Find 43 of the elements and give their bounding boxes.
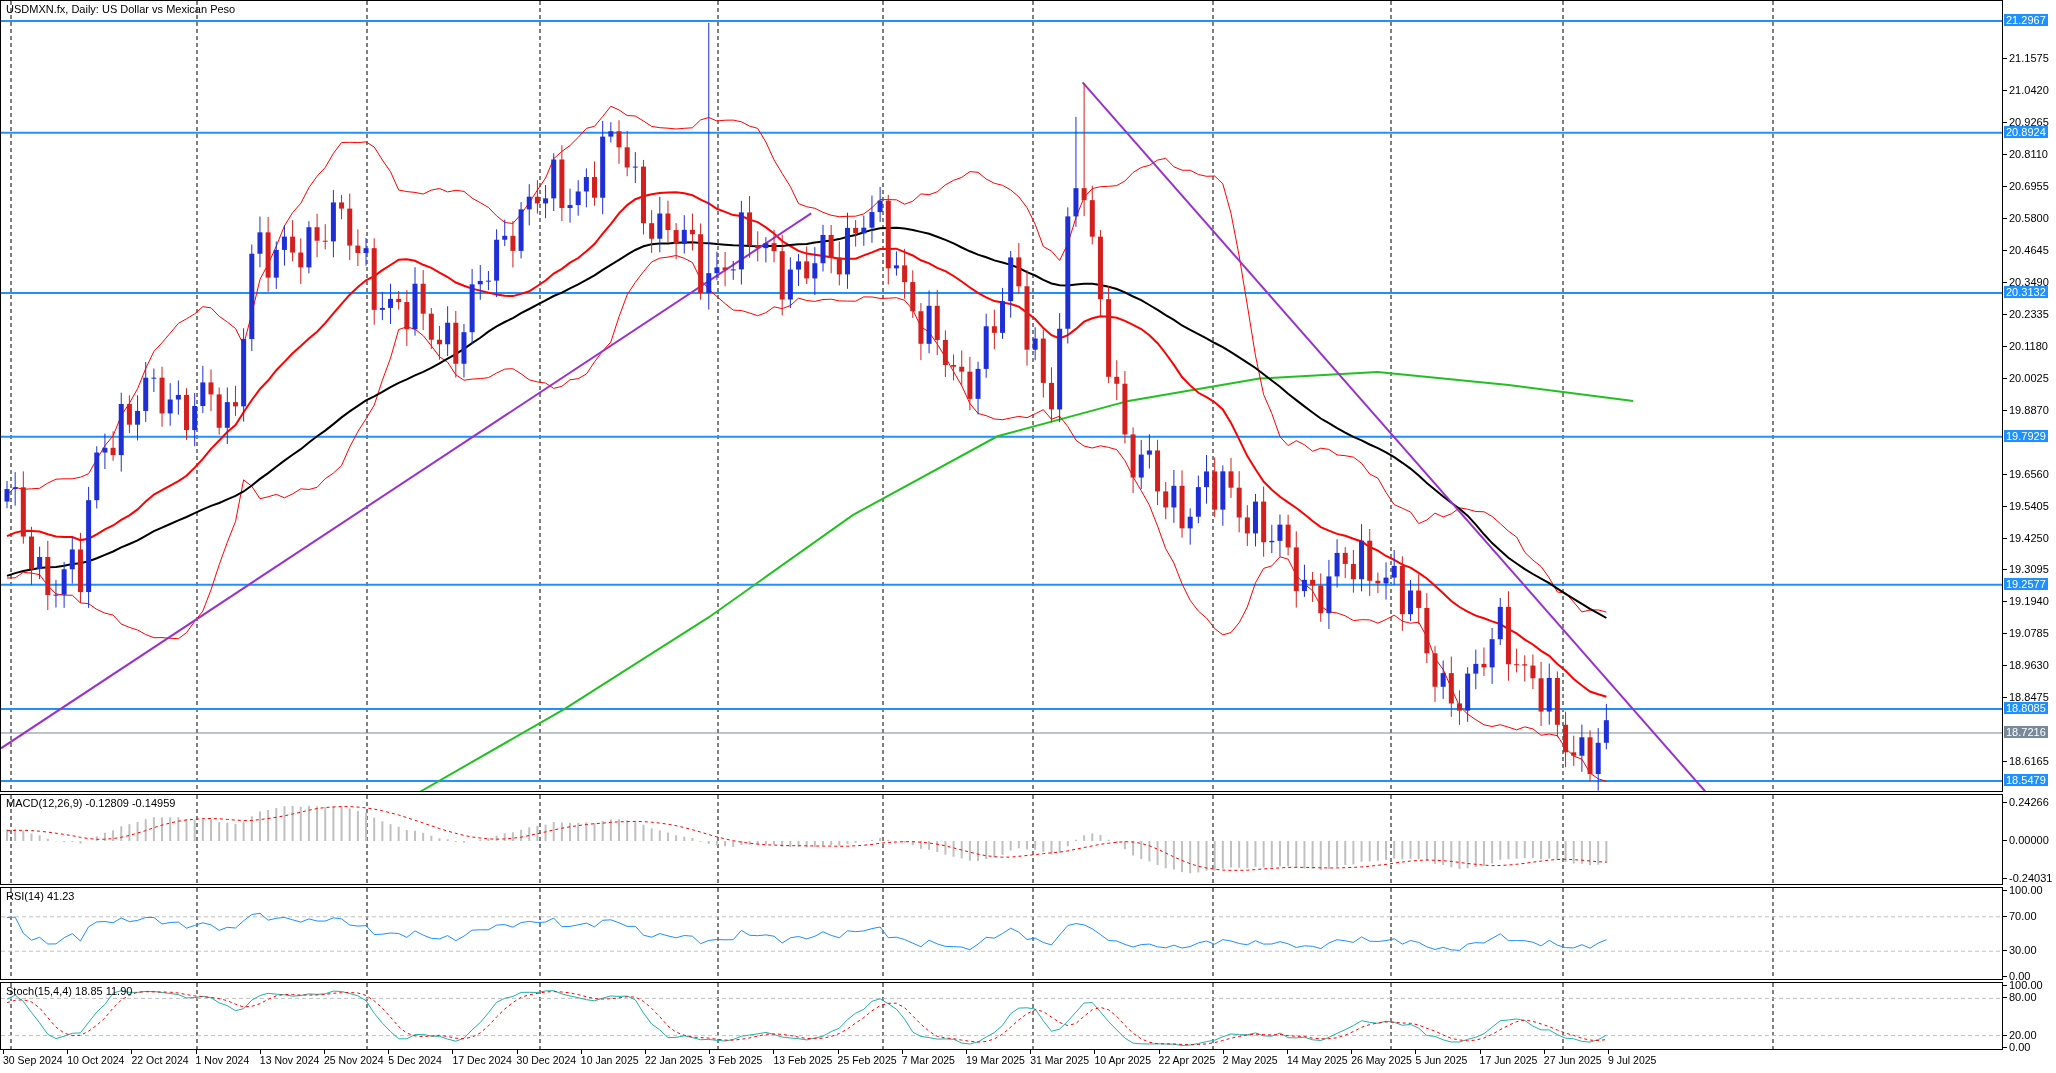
indicator-axis-label: 0.00000 [2003,834,2049,846]
price-axis-label: 20.5800 [2003,212,2049,225]
indicator-axis-label: 0.24266 [2003,795,2049,808]
price-axis-label: 20.4645 [2003,244,2049,257]
price-axis-label: 20.2335 [2003,307,2049,320]
price-level-label: 18.7216 [2004,726,2048,738]
price-level-label: 19.7929 [2004,429,2048,442]
indicator-axis-label: 20.00 [2003,1028,2037,1041]
indicator-label: Stoch(15,4,4) 18.85 11.90 [6,985,133,997]
indicator-axis-label: 100.00 [2003,979,2043,991]
indicator-axis-label: 80.00 [2003,991,2037,1004]
price-axis-label: 19.3095 [2003,563,2049,576]
price-axis-label: 20.6955 [2003,180,2049,193]
price-level-label: 20.3132 [2004,285,2048,298]
chart-title: USDMXN.fx, Daily: US Dollar vs Mexican Peso [6,3,236,15]
indicator-label: RSI(14) 41.23 [6,890,75,902]
price-axis-label: 20.0025 [2003,371,2049,384]
price-axis-label: 19.6560 [2003,467,2049,480]
price-axis-label: 19.8870 [2003,403,2049,416]
price-axis-label: 19.5405 [2003,499,2049,512]
price-axis-label: 19.4250 [2003,531,2049,544]
price-axis-label: 20.1180 [2003,339,2048,352]
price-axis-label: 19.0785 [2003,627,2049,640]
price-axis-label: 18.6165 [2003,755,2049,768]
indicator-axis-label: -0.24031 [2003,871,2053,884]
price-axis-label: 21.0420 [2003,84,2049,97]
price-axis-label: 20.8110 [2003,148,2048,161]
indicator-axis-label: 0.00 [2003,970,2031,982]
price-level-label: 18.8085 [2004,701,2048,714]
price-axis-label: 18.9630 [2003,659,2049,672]
price-level-label: 21.2967 [2004,14,2048,26]
price-axis-label: 18.8475 [2003,691,2049,704]
price-axis-label: 20.3490 [2003,276,2049,288]
indicator-axis-label: 30.00 [2003,944,2037,957]
indicator-axis-label: 100.00 [2003,884,2043,896]
price-level-label: 20.8924 [2004,125,2048,138]
price-axis-label: 21.1575 [2003,52,2049,65]
indicator-axis-label: 0.00 [2003,1041,2031,1053]
price-level-label: 19.2577 [2004,577,2048,590]
indicator-label: MACD(12,26,9) -0.12809 -0.14959 [6,797,176,809]
indicator-axis-label: 70.00 [2003,909,2037,922]
price-axis-label: 19.1940 [2003,595,2049,608]
price-level-label: 18.5479 [2004,774,2048,786]
